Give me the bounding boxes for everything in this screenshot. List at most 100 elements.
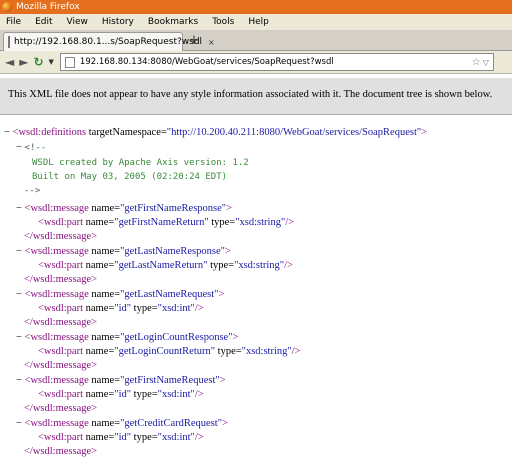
- xml-tag-end: >: [224, 246, 231, 257]
- window-title: Mozilla Firefox: [16, 2, 80, 12]
- xml-attr-value: "getCreditCardRequest": [120, 418, 222, 429]
- xml-comment-close: -->: [24, 186, 41, 196]
- xml-tag-end: />: [194, 389, 204, 400]
- xml-attr-value: "xsd:int": [157, 432, 195, 443]
- xml-tag-end: >: [221, 418, 228, 429]
- xml-tag: <wsdl:part: [38, 389, 83, 400]
- xml-message-close: </wsdl:message>: [24, 231, 98, 242]
- xml-attr: type=: [131, 389, 158, 400]
- xml-message-close: </wsdl:message>: [24, 360, 98, 371]
- xml-tag-end: >: [421, 127, 428, 138]
- menu-tools[interactable]: Tools: [212, 17, 234, 27]
- collapse-toggle[interactable]: −: [16, 203, 22, 214]
- back-button[interactable]: ◄: [5, 55, 14, 69]
- xml-tag-end: >: [218, 289, 225, 300]
- xml-tag-end: />: [284, 260, 293, 271]
- xml-attr: name=: [83, 260, 115, 271]
- menu-help[interactable]: Help: [248, 17, 269, 27]
- xml-info-bar: This XML file does not appear to have an…: [0, 78, 512, 115]
- navigation-toolbar: ◄ ► ↻ ▼ 192.168.80.134:8080/WebGoat/serv…: [0, 51, 512, 74]
- xml-tag: <wsdl:part: [38, 217, 83, 228]
- menu-history[interactable]: History: [102, 17, 134, 27]
- xml-part-row: <wsdl:part name="getLoginCountReturn" ty…: [38, 345, 301, 359]
- firefox-logo-icon: [2, 2, 12, 12]
- xml-tag-end: />: [194, 303, 204, 314]
- xml-attr-value: "id": [114, 389, 132, 400]
- collapse-toggle[interactable]: −: [16, 332, 22, 343]
- xml-part-row: <wsdl:part name="id" type="xsd:int"/>: [38, 388, 204, 402]
- forward-button[interactable]: ►: [19, 55, 28, 69]
- menu-bookmarks[interactable]: Bookmarks: [148, 17, 198, 27]
- xml-part-row: <wsdl:part name="id" type="xsd:int"/>: [38, 431, 204, 445]
- url-bar[interactable]: 192.168.80.134:8080/WebGoat/services/Soa…: [59, 53, 494, 71]
- url-dropdown-button[interactable]: ▽: [483, 58, 489, 67]
- url-text[interactable]: 192.168.80.134:8080/WebGoat/services/Soa…: [80, 57, 472, 67]
- xml-attr: name=: [88, 246, 121, 257]
- xml-attr: name=: [88, 418, 121, 429]
- xml-message-open-row: − <wsdl:message name="getLastNameRequest…: [16, 288, 224, 302]
- bookmark-star-icon[interactable]: ☆: [472, 57, 481, 68]
- site-identity-icon[interactable]: [64, 56, 75, 68]
- xml-attr-value: "xsd:string": [235, 217, 286, 228]
- xml-tag-end: />: [194, 432, 204, 443]
- xml-attr: name=: [88, 375, 121, 386]
- menu-file[interactable]: File: [6, 17, 21, 27]
- xml-tag: <wsdl:part: [38, 432, 83, 443]
- xml-tag: <wsdl:message: [24, 375, 89, 386]
- xml-comment-open-row: − <!--: [16, 141, 46, 155]
- tab-close-button[interactable]: ×: [208, 38, 215, 47]
- xml-part-row: <wsdl:part name="id" type="xsd:int"/>: [38, 302, 204, 316]
- xml-message-open-row: − <wsdl:message name="getLastNameRespons…: [16, 245, 231, 259]
- xml-attr: type=: [208, 217, 236, 228]
- menu-view[interactable]: View: [67, 17, 88, 27]
- xml-attr-value: "xsd:string": [241, 346, 292, 357]
- xml-part-row: <wsdl:part name="getFirstNameReturn" typ…: [38, 216, 294, 230]
- xml-tag: <wsdl:message: [24, 418, 89, 429]
- xml-info-message: This XML file does not appear to have an…: [8, 89, 493, 100]
- xml-message-close: </wsdl:message>: [24, 274, 98, 285]
- xml-comment-line: WSDL created by Apache Axis version: 1.2: [32, 158, 249, 168]
- collapse-toggle[interactable]: −: [16, 246, 22, 257]
- collapse-toggle[interactable]: −: [16, 418, 22, 429]
- xml-attr: targetNamespace=: [86, 127, 167, 138]
- xml-comment-line: Built on May 03, 2005 (02:20:24 EDT): [32, 172, 228, 182]
- xml-tag: <wsdl:part: [38, 346, 83, 357]
- xml-attr-value: "id": [114, 303, 132, 314]
- xml-attr-value: "getLastNameReturn": [114, 260, 208, 271]
- history-dropdown-button[interactable]: ▼: [49, 58, 54, 66]
- xml-tag-end: >: [232, 332, 239, 343]
- xml-attr-value: "xsd:int": [157, 303, 195, 314]
- xml-attr: type=: [131, 303, 158, 314]
- tab-wsdl[interactable]: http://192.168.80.1...s/SoapRequest?wsdl…: [3, 32, 215, 51]
- xml-message-open-row: − <wsdl:message name="getFirstNameRespon…: [16, 202, 232, 216]
- xml-attr-value: "getFirstNameRequest": [120, 375, 220, 386]
- tab-bar: http://192.168.80.1...s/SoapRequest?wsdl…: [0, 30, 512, 51]
- xml-attr-value: "getLastNameRequest": [120, 289, 219, 300]
- xml-attr-value: "getLoginCountResponse": [120, 332, 233, 343]
- xml-attr-value: "id": [114, 432, 132, 443]
- menu-edit[interactable]: Edit: [35, 17, 52, 27]
- collapse-toggle[interactable]: −: [16, 289, 22, 300]
- collapse-toggle[interactable]: −: [16, 375, 22, 386]
- xml-tag: <wsdl:message: [24, 246, 89, 257]
- xml-attr: name=: [83, 432, 115, 443]
- reload-button[interactable]: ↻: [33, 55, 43, 69]
- xml-message-open-row: − <wsdl:message name="getCreditCardReque…: [16, 417, 228, 431]
- xml-attr: name=: [83, 217, 115, 228]
- new-tab-button[interactable]: +: [186, 33, 202, 49]
- xml-attr-value: "xsd:int": [157, 389, 195, 400]
- collapse-toggle[interactable]: −: [4, 127, 10, 138]
- xml-message-close: </wsdl:message>: [24, 446, 98, 457]
- xml-tag-end: >: [226, 203, 232, 214]
- menu-bar: File Edit View History Bookmarks Tools H…: [0, 14, 512, 30]
- xml-attr: type=: [215, 346, 242, 357]
- xml-tag: <wsdl:message: [24, 203, 89, 214]
- collapse-toggle[interactable]: −: [16, 142, 22, 153]
- xml-attr: name=: [83, 389, 115, 400]
- xml-attr-value: "getFirstNameReturn": [114, 217, 209, 228]
- page-icon: [8, 36, 10, 48]
- xml-tag: <wsdl:definitions: [12, 127, 87, 138]
- xml-attr-value: "http://10.200.40.211:8080/WebGoat/servi…: [166, 127, 422, 138]
- xml-attr-value: "getFirstNameResponse": [120, 203, 227, 214]
- xml-attr: name=: [83, 303, 115, 314]
